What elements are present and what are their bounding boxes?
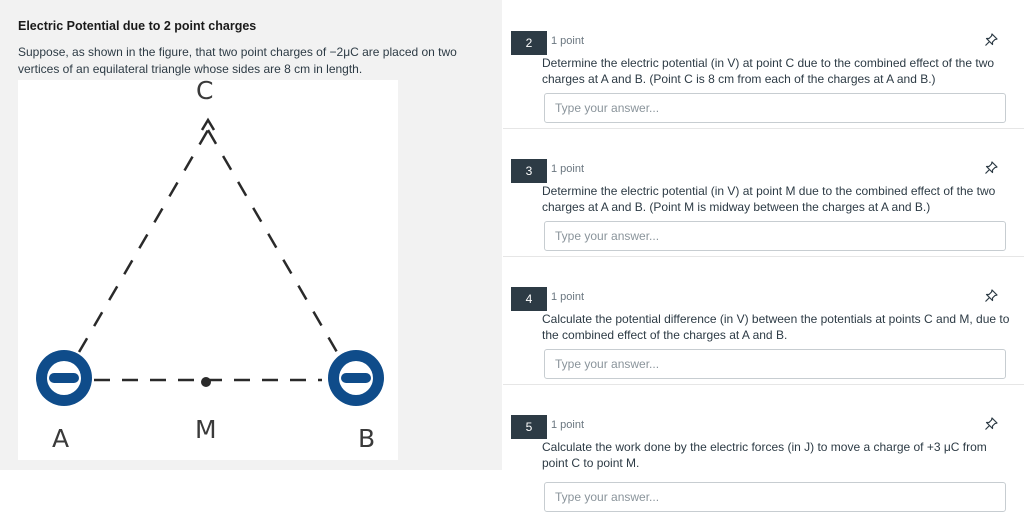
question-number-badge: 3 <box>511 159 547 183</box>
pin-icon[interactable] <box>984 33 998 47</box>
question-text: Determine the electric potential (in V) … <box>542 184 996 214</box>
label-c: C <box>196 76 214 105</box>
question-points: 1 point <box>551 419 585 431</box>
question-number-badge: 4 <box>511 287 547 311</box>
charge-a-icon <box>36 350 92 406</box>
pin-icon[interactable] <box>984 161 998 175</box>
vertex-c-mark <box>200 117 216 131</box>
question-4: 4 1 point Calculate the potential differ… <box>503 256 1024 385</box>
question-points: 1 point <box>551 291 585 303</box>
label-m: M <box>195 415 217 444</box>
pin-icon[interactable] <box>984 289 998 303</box>
answer-input[interactable] <box>544 93 1006 123</box>
answer-input[interactable] <box>544 482 1006 512</box>
triangle-diagram <box>36 117 384 406</box>
answer-input[interactable] <box>544 221 1006 251</box>
charge-b-icon <box>328 350 384 406</box>
question-number-badge: 5 <box>511 415 547 439</box>
label-a: A <box>52 424 70 453</box>
question-text: Calculate the potential difference (in V… <box>542 312 1010 342</box>
answer-input[interactable] <box>544 349 1006 379</box>
pin-icon[interactable] <box>984 417 998 431</box>
problem-description: Suppose, as shown in the figure, that tw… <box>18 45 457 76</box>
question-2: 2 1 point Determine the electric potenti… <box>503 0 1024 129</box>
problem-context-panel: Electric Potential due to 2 point charge… <box>0 0 502 470</box>
question-text: Calculate the work done by the electric … <box>542 440 987 470</box>
triangle-figure: C A M B <box>18 76 398 460</box>
midpoint-m-dot <box>201 377 211 387</box>
side-ac <box>62 129 210 379</box>
label-b: B <box>358 424 376 453</box>
questions-column: 2 1 point Determine the electric potenti… <box>503 0 1024 518</box>
question-points: 1 point <box>551 163 585 175</box>
question-points: 1 point <box>551 35 585 47</box>
question-5: 5 1 point Calculate the work done by the… <box>503 384 1024 512</box>
side-cb <box>206 129 354 379</box>
question-3: 3 1 point Determine the electric potenti… <box>503 128 1024 257</box>
question-text: Determine the electric potential (in V) … <box>542 56 995 86</box>
problem-title: Electric Potential due to 2 point charge… <box>18 19 257 33</box>
question-number-badge: 2 <box>511 31 547 55</box>
